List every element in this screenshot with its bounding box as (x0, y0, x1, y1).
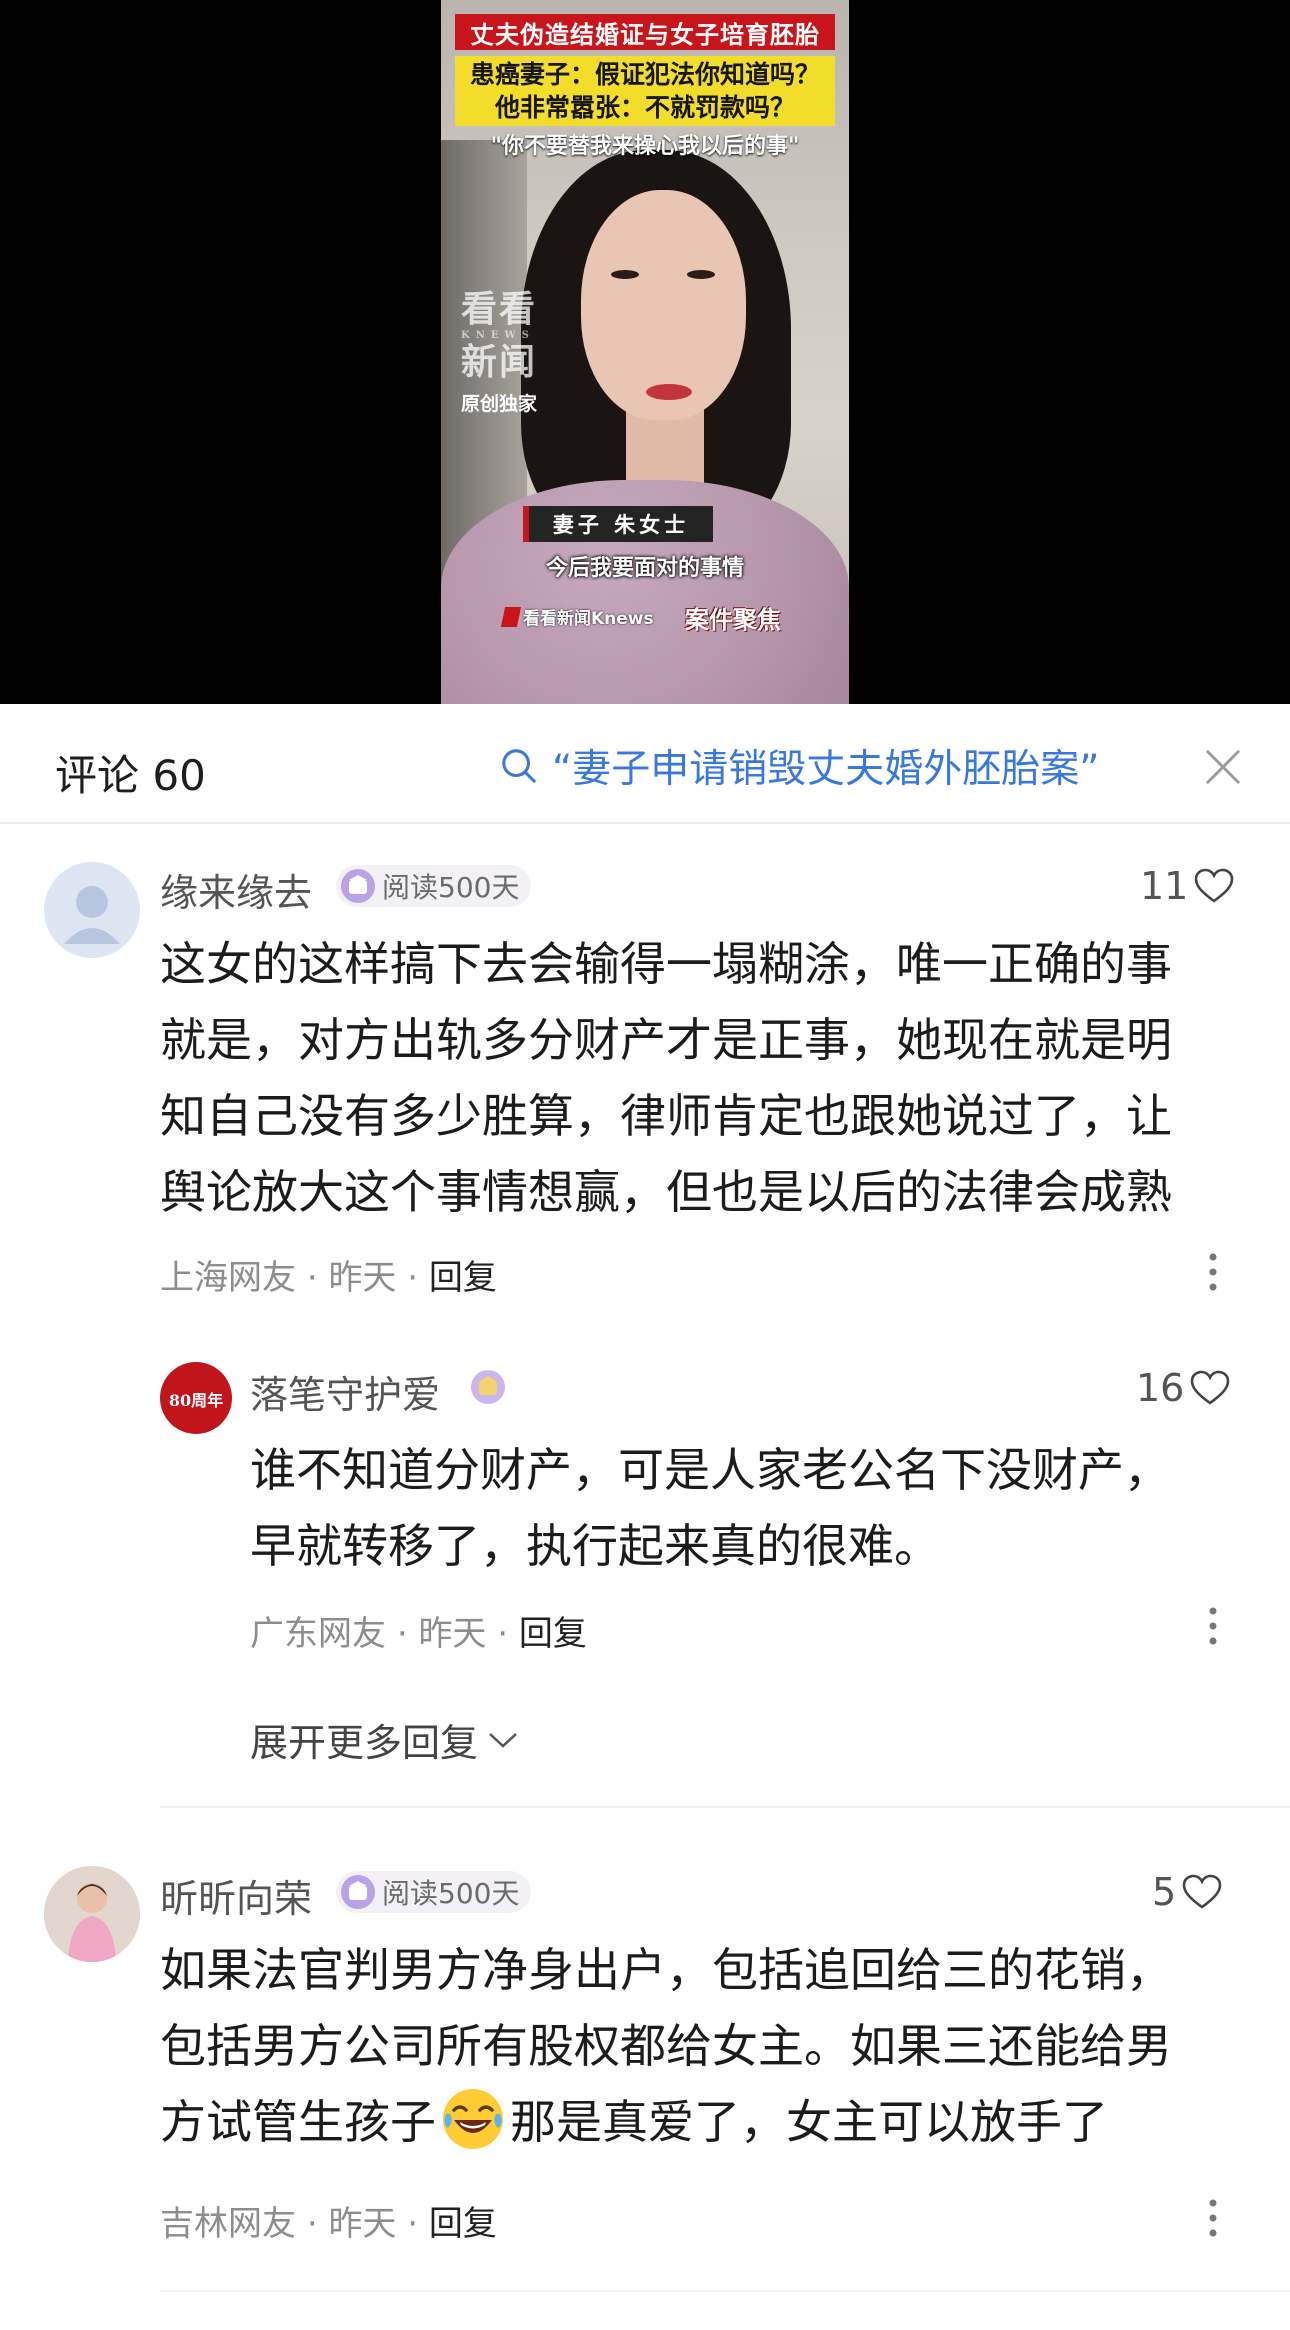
like-button[interactable]: 11 (1140, 864, 1234, 908)
comment-divider (160, 2290, 1290, 2292)
reading-badge-icon (341, 1875, 375, 1909)
comment-divider (160, 1806, 1290, 1808)
comment-line: 舆论放大这个事情想赢，但也是以后的法律会成熟 (160, 1165, 1172, 1219)
reading-badge-icon (471, 1370, 505, 1404)
comment-content: 谁不知道分财产，可是人家老公名下没财产， 早就转移了，执行起来真的很难。 (250, 1432, 1250, 1584)
comment-location: 上海网友 (160, 1258, 296, 1298)
knews-logo-icon (500, 606, 522, 627)
reply-button[interactable]: 回复 (519, 1614, 587, 1654)
like-count: 16 (1136, 1366, 1185, 1410)
meta-separator: · (306, 2204, 329, 2244)
comment-username[interactable]: 落笔守护爱 (250, 1364, 440, 1419)
person-lips (646, 384, 692, 400)
related-search-link[interactable]: “妻子申请销毁丈夫婚外胚胎案” (500, 738, 1099, 794)
comment-line: 如果法官判男方净身出户，包括追回给三的花销， (160, 1943, 1172, 1997)
comments-title: 评论 60 (55, 751, 206, 800)
comment-meta: 广东网友 · 昨天 · 回复 (250, 1606, 587, 1655)
avatar[interactable]: 80周年 (160, 1362, 232, 1434)
child-photo-avatar-icon (44, 1866, 140, 1962)
person-eye-right (687, 270, 715, 279)
comment-line: 知自己没有多少胜算，律师肯定也跟她说过了，让 (160, 1089, 1172, 1143)
reply-button[interactable]: 回复 (429, 2204, 497, 2244)
expand-replies-button[interactable]: 展开更多回复 (250, 1712, 520, 1767)
chevron-down-icon (489, 1732, 517, 1748)
video-player[interactable]: 丈夫伪造结婚证与女子培育胚胎 患癌妻子：假证犯法你知道吗？ 他非常嚣张：不就罚款… (0, 0, 1290, 704)
meta-separator: · (407, 1258, 429, 1298)
anniversary-avatar-icon: 80周年 (162, 1364, 230, 1432)
comment-meta: 吉林网友 · 昨天 · 回复 (160, 2196, 497, 2245)
comment-line: 谁不知道分财产，可是人家老公名下没财产， (250, 1443, 1170, 1497)
knews-logo: 看看新闻Knews (500, 604, 654, 629)
more-options-icon[interactable] (1208, 1606, 1218, 1646)
expand-replies-label: 展开更多回复 (250, 1721, 479, 1765)
watermark-line-1: 看看 (461, 288, 538, 330)
comment-location: 广东网友 (250, 1614, 386, 1654)
reading-badge[interactable] (466, 1366, 516, 1408)
reading-badge[interactable]: 阅读500天 (336, 865, 532, 907)
headline-red: 丈夫伪造结婚证与女子培育胚胎 (455, 14, 835, 50)
meta-separator: · (396, 1614, 419, 1654)
search-icon (502, 749, 536, 783)
reading-badge-icon (341, 869, 375, 903)
meta-separator: · (407, 2204, 429, 2244)
person-eye-left (611, 270, 639, 279)
comment-line: 就是，对方出轨多分财产才是正事，她现在就是明 (160, 1013, 1172, 1067)
like-count: 5 (1152, 1870, 1177, 1914)
reply-button[interactable]: 回复 (429, 1258, 497, 1298)
reading-badge[interactable]: 阅读500天 (336, 1871, 532, 1913)
headline-yellow-line-2: 他非常嚣张：不就罚款吗？ (494, 93, 795, 122)
reading-badge-text: 阅读500天 (382, 871, 520, 904)
comment-text: 方试管生孩子 (160, 2095, 436, 2149)
like-button[interactable]: 5 (1152, 1870, 1222, 1914)
more-options-icon[interactable] (1208, 1252, 1218, 1292)
heart-icon (1191, 1370, 1230, 1405)
knews-logo-text: 看看新闻Knews (523, 609, 654, 629)
heart-icon (1182, 1874, 1222, 1909)
avatar[interactable] (44, 862, 140, 958)
watermark-exclusive: 原创独家 (461, 393, 538, 415)
related-search-text: “妻子申请销毁丈夫婚外胚胎案” (552, 747, 1100, 792)
comment-content: 如果法官判男方净身出户，包括追回给三的花销， 包括男方公司所有股权都给女主。如果… (160, 1932, 1250, 2160)
headline-yellow: 患癌妻子：假证犯法你知道吗？ 他非常嚣张：不就罚款吗？ (455, 56, 835, 126)
video-frame[interactable]: 丈夫伪造结婚证与女子培育胚胎 患癌妻子：假证犯法你知道吗？ 他非常嚣张：不就罚款… (441, 0, 849, 704)
comment-time: 昨天 (418, 1614, 487, 1654)
case-focus-logo: 案件聚焦 (685, 605, 781, 634)
like-button[interactable]: 16 (1136, 1366, 1230, 1410)
comment-username[interactable]: 昕昕向荣 (160, 1868, 312, 1923)
watermark: 看看 KNEWS 新闻 原创独家 (461, 288, 537, 416)
headline-yellow-line-1: 患癌妻子：假证犯法你知道吗？ (469, 60, 820, 89)
comment-time: 昨天 (328, 2204, 397, 2244)
more-options-icon[interactable] (1208, 2198, 1218, 2238)
video-subtitle: 今后我要面对的事情 (545, 556, 744, 581)
comment-line: 这女的这样搞下去会输得一塌糊涂，唯一正确的事 (160, 937, 1172, 991)
heart-icon (1195, 868, 1234, 903)
comment-text: 那是真爱了，女主可以放手了 (510, 2095, 1108, 2149)
avatar[interactable] (44, 1866, 140, 1962)
comment-line: 包括男方公司所有股权都给女主。如果三还能给男 (160, 2019, 1172, 2073)
avatar-text: 80周年 (169, 1391, 223, 1410)
watermark-knews: KNEWS (461, 330, 535, 341)
name-tag: 妻子 朱女士 (523, 506, 713, 542)
comments-header: 评论 60 “妻子申请销毁丈夫婚外胚胎案” (0, 704, 1290, 824)
watermark-line-2: 新闻 (461, 341, 538, 383)
meta-separator: · (306, 1258, 329, 1298)
comment-meta: 上海网友 · 昨天 · 回复 (160, 1250, 497, 1299)
comment-line: 早就转移了，执行起来真的很难。 (250, 1519, 940, 1573)
comment-content: 这女的这样搞下去会输得一塌糊涂，唯一正确的事 就是，对方出轨多分财产才是正事，她… (160, 926, 1240, 1230)
default-avatar-icon (64, 886, 120, 944)
comment-time: 昨天 (328, 1258, 397, 1298)
like-count: 11 (1140, 864, 1189, 908)
comment-location: 吉林网友 (160, 2204, 296, 2244)
laughing-tears-emoji-icon (443, 2089, 503, 2149)
comment-username[interactable]: 缘来缘去 (160, 862, 312, 917)
reading-badge-text: 阅读500天 (382, 1877, 520, 1910)
comment-line: 方试管生孩子 那是真爱了，女主可以放手了 (160, 2084, 1250, 2160)
close-icon[interactable] (1204, 748, 1242, 786)
meta-separator: · (497, 1614, 519, 1654)
headline-quote: "你不要替我来操心我以后的事" (490, 133, 800, 159)
